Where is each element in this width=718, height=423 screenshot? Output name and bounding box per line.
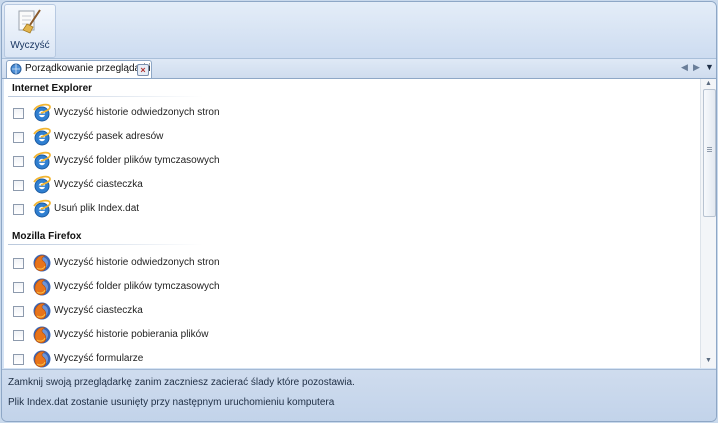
firefox-icon [32,301,52,321]
option-checkbox[interactable] [13,108,24,119]
group-title-mozilla-firefox: Mozilla Firefox [12,231,82,242]
option-label: Usuń plik Index.dat [54,203,140,214]
ie-icon [32,175,52,195]
tab-browser-cleanup[interactable]: Porządkowanie przeglądarki × [6,60,152,78]
scroll-right-icon[interactable]: ▶ [693,62,700,73]
list-item[interactable]: Wyczyść folder plików tymczasowych [4,277,304,299]
option-label: Wyczyść historie pobierania plików [54,329,209,340]
app-window: Wyczyść Porządkowanie przeglądarki × ◀ ▶… [1,1,717,422]
option-label: Wyczyść formularze [54,353,144,364]
option-label: Wyczyść ciasteczka [54,305,143,316]
firefox-icon [32,325,52,345]
scroll-up-icon[interactable]: ▲ [705,80,712,87]
scroll-left-icon[interactable]: ◀ [681,62,688,73]
list-item[interactable]: Wyczyść historie odwiedzonych stron [4,253,304,275]
ie-icon [32,103,52,123]
scroll-down-icon[interactable]: ▼ [705,357,712,364]
list-item[interactable]: Wyczyść historie pobierania plików [4,325,304,347]
ie-icon [32,151,52,171]
close-tab-icon[interactable]: × [137,64,149,76]
option-checkbox[interactable] [13,180,24,191]
firefox-icon [32,277,52,297]
list-item[interactable]: Wyczyść formularze [4,349,304,368]
ie-icon [32,199,52,219]
firefox-icon [32,253,52,273]
option-checkbox[interactable] [13,132,24,143]
group-divider [8,96,203,97]
broom-icon [18,9,41,34]
option-label: Wyczyść ciasteczka [54,179,143,190]
option-checkbox[interactable] [13,354,24,365]
option-checkbox[interactable] [13,330,24,341]
tab-strip: Porządkowanie przeglądarki × ◀ ▶ ▼ [2,59,716,79]
list-item[interactable]: Wyczyść pasek adresów [4,127,304,149]
option-checkbox[interactable] [13,282,24,293]
option-checkbox[interactable] [13,258,24,269]
option-checkbox[interactable] [13,306,24,317]
list-item[interactable]: Wyczyść ciasteczka [4,175,304,197]
browser-cleanup-icon [10,63,22,75]
option-label: Wyczyść historie odwiedzonych stron [54,257,220,268]
list-item[interactable]: Wyczyść historie odwiedzonych stron [4,103,304,125]
option-label: Wyczyść pasek adresów [54,131,164,142]
clean-button[interactable]: Wyczyść [4,4,56,58]
clean-button-label: Wyczyść [10,40,50,51]
tab-label: Porządkowanie przeglądarki [25,63,151,74]
option-checkbox[interactable] [13,204,24,215]
list-item[interactable]: Wyczyść folder plików tymczasowych [4,151,304,173]
option-label: Wyczyść folder plików tymczasowych [54,281,220,292]
list-item[interactable]: Wyczyść ciasteczka [4,301,304,323]
status-panel: Zamknij swoją przeglądarkę zanim zacznie… [2,369,716,421]
status-line-1: Zamknij swoją przeglądarkę zanim zacznie… [8,377,355,388]
option-label: Wyczyść historie odwiedzonych stron [54,107,220,118]
group-title-internet-explorer: Internet Explorer [12,83,93,94]
group-divider [8,244,203,245]
firefox-icon [32,349,52,368]
vertical-scrollbar[interactable]: ▲ ▼ [700,79,716,368]
options-panel: Internet Explorer Wyczyść historie odwie… [4,79,700,368]
tab-menu-icon[interactable]: ▼ [705,62,714,72]
option-label: Wyczyść folder plików tymczasowych [54,155,220,166]
list-item[interactable]: Usuń plik Index.dat [4,199,304,221]
ie-icon [32,127,52,147]
option-checkbox[interactable] [13,156,24,167]
status-line-2: Plik Index.dat zostanie usunięty przy na… [8,397,335,408]
scrollbar-thumb[interactable] [703,89,716,217]
ribbon: Wyczyść [2,2,716,59]
